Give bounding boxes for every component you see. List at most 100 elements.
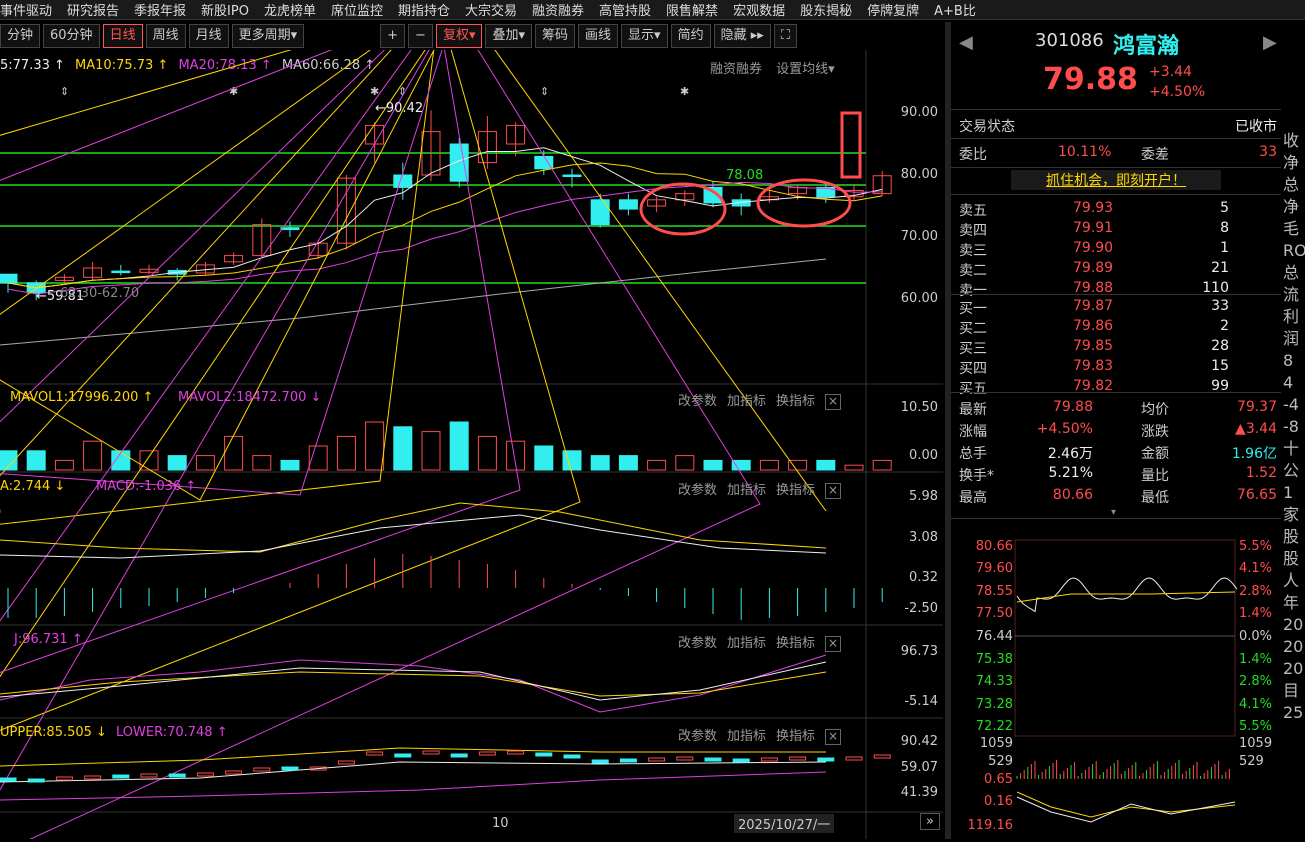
period-button[interactable]: 周线 [145, 24, 186, 48]
indicator-button[interactable]: 加指标 [727, 483, 766, 498]
toolbar-button[interactable]: 复权▾ [435, 24, 483, 48]
stat-value: 79.37 [1236, 399, 1277, 415]
close-icon[interactable]: × [825, 483, 842, 499]
toolbar-button[interactable]: 叠加▾ [485, 24, 533, 48]
level-label: 买五 [959, 381, 987, 397]
close-icon[interactable]: × [825, 394, 842, 410]
indicator-button[interactable]: 换指标 [776, 729, 815, 744]
indicator-button[interactable]: 换指标 [776, 483, 815, 498]
nav-item[interactable]: 高管持股 [599, 0, 658, 19]
scroll-right-icon[interactable]: » [920, 813, 940, 830]
volume-bar [844, 464, 864, 471]
edge-label: 25 [1283, 703, 1304, 722]
ask-level[interactable]: 卖二 79.89 21 [951, 258, 1281, 280]
splitter[interactable] [945, 22, 951, 839]
nav-item[interactable]: 事件驱动 [0, 0, 59, 19]
toolbar-button[interactable]: − [408, 24, 433, 48]
nav-item[interactable]: 停牌复牌 [867, 0, 926, 19]
toolbar-button[interactable]: 隐藏 ▸▸ [713, 24, 771, 48]
stat-value: +4.50% [1036, 421, 1093, 437]
edge-label: 年 [1283, 593, 1300, 612]
axis-label: 96.73 [900, 644, 938, 659]
indicator-title: LOWER:70.748 ↑ [116, 725, 228, 740]
indicator-button[interactable]: 加指标 [727, 729, 766, 744]
kline-chart[interactable]: ⇕ ✱ ✱ ⇕ ⇕ ✱ [0, 50, 943, 839]
toolbar-button[interactable]: + [380, 24, 406, 48]
nav-item[interactable]: 大宗交易 [465, 0, 524, 19]
toolbar-button[interactable]: 显示▾ [621, 24, 668, 48]
volume-bar [703, 459, 723, 471]
boll-candle [563, 754, 581, 759]
event-marker-icon: ⇕ [60, 85, 69, 98]
mini-axis-label: 1059 [980, 736, 1013, 751]
next-stock-icon[interactable]: ▶ [1263, 32, 1277, 53]
volume-bar [759, 459, 779, 471]
fullscreen-icon[interactable]: ⛶ [773, 24, 797, 48]
indicator-button[interactable]: 改参数 [678, 636, 717, 651]
indicator-button[interactable]: 加指标 [727, 394, 766, 409]
bid-level[interactable]: 买四 79.83 15 [951, 356, 1281, 378]
level-volume: 1 [1220, 240, 1229, 256]
nav-item[interactable]: 季报年报 [134, 0, 193, 19]
period-button[interactable]: 日线 [102, 24, 143, 48]
close-icon[interactable]: × [825, 729, 842, 745]
boll-candle [760, 757, 778, 762]
nav-item[interactable]: 席位监控 [331, 0, 390, 19]
bid-level[interactable]: 买三 79.85 28 [951, 336, 1281, 358]
bid-level[interactable]: 买一 79.87 33 [951, 296, 1281, 318]
ask-level[interactable]: 卖三 79.90 1 [951, 238, 1281, 260]
level-volume: 15 [1211, 358, 1229, 374]
nav-item[interactable]: 新股IPO [201, 0, 256, 19]
indicator-button[interactable]: 改参数 [678, 394, 717, 409]
nav-item[interactable]: 股东揭秘 [800, 0, 859, 19]
toolbar-button[interactable]: 画线 [578, 24, 619, 48]
nav-item[interactable]: 期指持仓 [398, 0, 457, 19]
open-account-promo[interactable]: 抓住机会，即刻开户！ [1011, 170, 1221, 190]
indicator-title: A:2.744 ↓ [0, 479, 66, 494]
nav-item[interactable]: A+B比 [934, 0, 983, 19]
right-edge-panel: 收净总净毛 RO 总流利润 8 4 -4 -8 十公 1家股股人年 20 20 20 目 25 [1283, 130, 1305, 724]
intraday-chart[interactable]: 80.66 79.60 78.55 77.50 76.44 75.38 74.33 73.28… [951, 522, 1281, 842]
boll-candle [337, 760, 355, 765]
toolbar-button[interactable]: 筹码 [535, 24, 576, 48]
indicator-button[interactable]: 换指标 [776, 636, 815, 651]
candle-body [280, 227, 300, 231]
weibi-value: 10.11% [1058, 144, 1112, 160]
indicator-title: UPPER:85.505 ↓ [0, 725, 107, 740]
mini-axis-label: 529 [988, 754, 1013, 769]
boll-candle [394, 753, 412, 758]
boll-candle [507, 750, 525, 755]
nav-item[interactable]: 限售解禁 [666, 0, 725, 19]
nav-item[interactable]: 融资融券 [532, 0, 591, 19]
prev-stock-icon[interactable]: ◀ [959, 32, 973, 53]
period-button[interactable]: 60分钟 [43, 24, 100, 48]
stat-value: 80.66 [1052, 487, 1093, 503]
ask-level[interactable]: 卖四 79.91 8 [951, 218, 1281, 240]
stat-label: 总手 [959, 446, 987, 462]
indicator-button[interactable]: 加指标 [727, 636, 766, 651]
nav-item[interactable]: 研究报告 [67, 0, 126, 19]
period-button[interactable]: 月线 [188, 24, 229, 48]
period-button[interactable]: 分钟 [0, 24, 41, 48]
highlight-box [840, 111, 862, 179]
boll-candle [873, 754, 891, 759]
boll-candle [253, 767, 271, 772]
candle-body [590, 199, 610, 226]
candle-body [449, 143, 469, 182]
toolbar-button[interactable]: 简约 [670, 24, 711, 48]
period-button[interactable]: 更多周期▾ [231, 24, 305, 48]
nav-item[interactable]: 龙虎榜单 [264, 0, 323, 19]
indicator-button[interactable]: 改参数 [678, 483, 717, 498]
indicator-button[interactable]: 改参数 [678, 729, 717, 744]
ask-level[interactable]: 卖五 79.93 5 [951, 198, 1281, 220]
nav-item[interactable]: 宏观数据 [733, 0, 792, 19]
edge-label: 4 [1283, 373, 1294, 392]
level-volume: 2 [1220, 318, 1229, 334]
close-icon[interactable]: × [825, 636, 842, 652]
bid-level[interactable]: 买二 79.86 2 [951, 316, 1281, 338]
indicator-button[interactable]: 换指标 [776, 394, 815, 409]
axis-label: 41.39 [900, 785, 938, 800]
axis-label: 5.98 [909, 489, 938, 504]
expand-icon[interactable]: ▾ [1111, 507, 1116, 518]
bid-level[interactable]: 买五 79.82 99 [951, 376, 1281, 398]
